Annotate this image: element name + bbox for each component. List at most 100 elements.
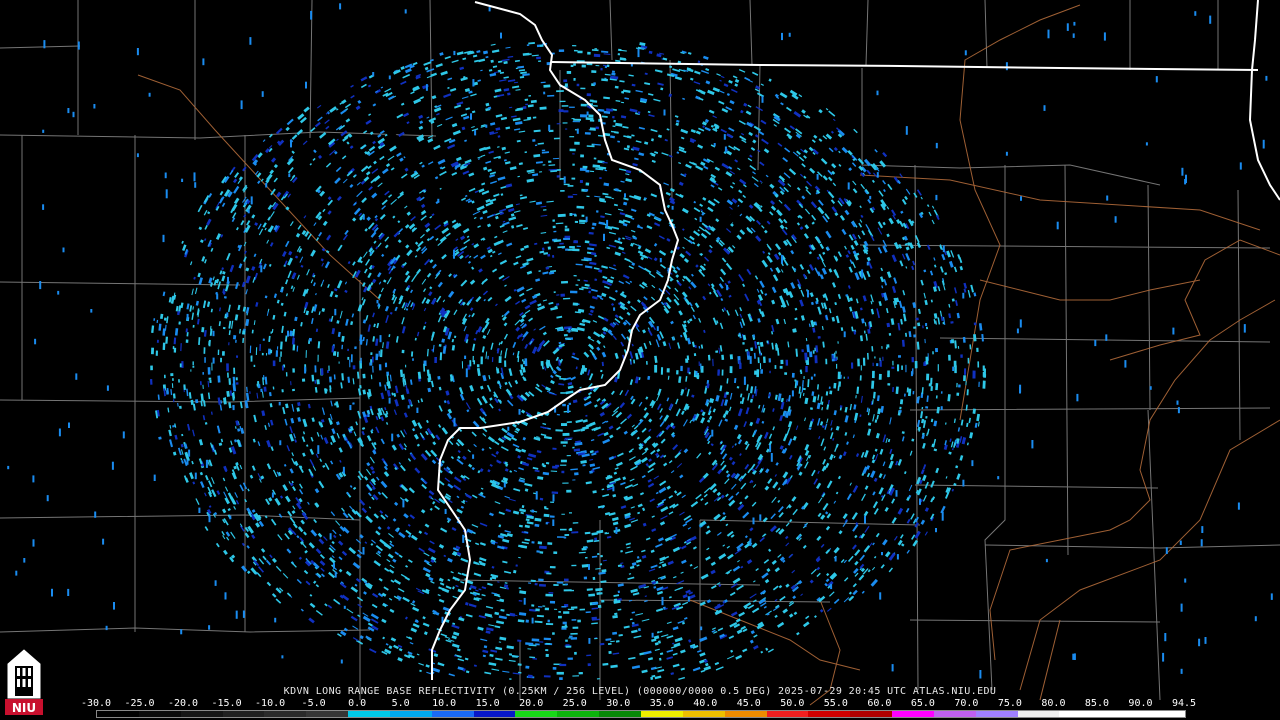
echo-pixel bbox=[809, 351, 813, 358]
echo-pixel bbox=[592, 576, 596, 580]
echo-pixel bbox=[228, 342, 230, 346]
echo-pixel bbox=[347, 348, 349, 352]
echo-pixel bbox=[473, 360, 476, 365]
echo-pixel bbox=[515, 564, 518, 567]
echo-pixel bbox=[562, 621, 567, 625]
echo-pixel bbox=[597, 604, 602, 609]
echo-pixel bbox=[562, 122, 568, 124]
echo-pixel bbox=[588, 114, 594, 118]
echo-pixel bbox=[654, 364, 658, 373]
echo-pixel bbox=[525, 619, 529, 623]
echo-pixel bbox=[914, 361, 918, 369]
echo-pixel bbox=[545, 653, 549, 658]
echo-pixel bbox=[576, 83, 580, 87]
echo-pixel bbox=[543, 637, 551, 641]
echo-pixel bbox=[568, 106, 575, 108]
echo-pixel bbox=[577, 50, 583, 54]
echo-pixel bbox=[565, 644, 570, 646]
echo-pixel bbox=[614, 85, 619, 89]
echo-pixel bbox=[281, 365, 284, 371]
echo-pixel bbox=[956, 382, 958, 388]
echo-pixel bbox=[965, 381, 967, 386]
echo-pixel bbox=[575, 284, 579, 286]
echo-pixel bbox=[563, 589, 572, 592]
echo-pixel bbox=[360, 357, 362, 364]
echo-pixel bbox=[212, 357, 215, 364]
echo-pixel bbox=[835, 350, 837, 354]
echo-pixel bbox=[545, 649, 549, 652]
echo-pixel bbox=[596, 592, 601, 595]
echo-pixel bbox=[208, 377, 212, 380]
echo-pixel bbox=[260, 388, 263, 393]
echo-pixel bbox=[901, 365, 903, 370]
echo-pixel bbox=[982, 380, 986, 389]
echo-pixel bbox=[621, 90, 625, 94]
echo-pixel bbox=[940, 391, 943, 394]
echo-pixel bbox=[828, 386, 831, 389]
echo-pixel bbox=[531, 638, 540, 642]
echo-pixel bbox=[570, 290, 578, 294]
echo-pixel bbox=[626, 145, 630, 149]
echo-pixel bbox=[292, 368, 295, 373]
echo-pixel bbox=[937, 364, 939, 372]
echo-pixel bbox=[559, 242, 564, 245]
echo-pixel bbox=[155, 350, 158, 356]
echo-pixel bbox=[371, 356, 374, 363]
echo-pixel bbox=[803, 376, 805, 379]
echo-pixel bbox=[572, 446, 575, 449]
echo-pixel bbox=[721, 369, 724, 376]
echo-pixel bbox=[552, 254, 555, 258]
echo-pixel bbox=[560, 459, 567, 463]
echo-pixel bbox=[328, 365, 330, 371]
echo-pixel bbox=[913, 334, 917, 338]
echo-pixel bbox=[539, 551, 544, 554]
echo-pixel bbox=[331, 345, 335, 353]
echo-pixel bbox=[185, 328, 188, 333]
echo-pixel bbox=[561, 423, 568, 426]
echo-pixel bbox=[568, 528, 573, 531]
echo-pixel bbox=[930, 386, 933, 391]
echo-pixel bbox=[750, 347, 754, 352]
echo-pixel bbox=[597, 553, 600, 556]
echo-pixel bbox=[179, 363, 182, 368]
echo-pixel bbox=[911, 357, 914, 363]
echo-pixel bbox=[338, 361, 340, 364]
echo-pixel bbox=[316, 379, 320, 385]
echo-pixel bbox=[217, 349, 220, 356]
echo-pixel bbox=[170, 373, 174, 377]
echo-pixel bbox=[528, 94, 532, 97]
echo-pixel bbox=[577, 279, 581, 281]
echo-pixel bbox=[563, 326, 572, 330]
echo-pixel bbox=[903, 393, 906, 397]
echo-pixel bbox=[857, 358, 860, 367]
echo-pixel bbox=[805, 366, 808, 373]
echo-pixel bbox=[531, 604, 535, 607]
echo-pixel bbox=[314, 365, 317, 373]
echo-pixel bbox=[912, 390, 915, 395]
echo-pixel bbox=[192, 361, 194, 366]
echo-pixel bbox=[584, 556, 588, 559]
echo-pixel bbox=[935, 383, 939, 391]
echo-pixel bbox=[557, 536, 565, 538]
echo-pixel bbox=[405, 364, 407, 368]
echo-pixel bbox=[150, 365, 153, 371]
echo-pixel bbox=[504, 360, 507, 367]
echo-pixel bbox=[593, 82, 596, 86]
echo-pixel bbox=[887, 383, 891, 386]
echo-pixel bbox=[552, 225, 556, 229]
echo-pixel bbox=[536, 550, 540, 553]
echo-pixel bbox=[660, 367, 664, 375]
echo-pixel bbox=[566, 71, 572, 74]
echo-pixel bbox=[601, 599, 605, 603]
echo-pixel bbox=[534, 144, 538, 147]
echo-pixel bbox=[593, 157, 597, 160]
echo-pixel bbox=[569, 246, 575, 249]
echo-pixel bbox=[562, 403, 566, 407]
echo-pixel bbox=[572, 248, 580, 252]
echo-pixel bbox=[700, 363, 702, 370]
echo-pixel bbox=[596, 678, 600, 680]
echo-pixel bbox=[560, 293, 565, 297]
echo-pixel bbox=[574, 651, 577, 655]
echo-pixel bbox=[594, 48, 598, 50]
echo-pixel bbox=[543, 675, 551, 678]
